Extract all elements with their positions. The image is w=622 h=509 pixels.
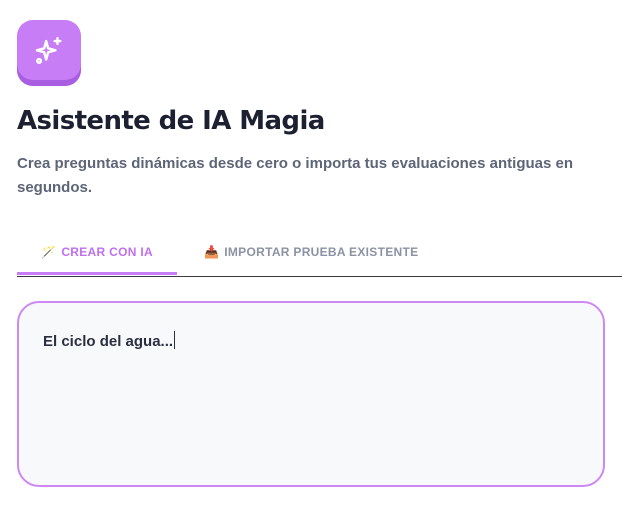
inbox-tray-icon: 📥: [204, 245, 220, 259]
topic-textarea[interactable]: El ciclo del agua...: [17, 301, 605, 487]
tab-create-with-ai[interactable]: 🪄 CREAR CON IA: [17, 230, 177, 274]
topic-input-value-line: El ciclo del agua...: [43, 331, 176, 350]
page-subtitle: Crea preguntas dinámicas desde cero o im…: [17, 155, 574, 196]
active-tab-indicator: [17, 272, 177, 275]
topic-input-value: El ciclo del agua...: [43, 333, 174, 350]
tab-label: CREAR CON IA: [61, 245, 153, 259]
mode-tabs: 🪄 CREAR CON IA 📥 IMPORTAR PRUEBA EXISTEN…: [17, 230, 622, 277]
app-logo: [17, 20, 81, 86]
sparkles-icon: [35, 37, 62, 64]
magic-wand-icon: 🪄: [41, 245, 57, 259]
text-caret: [174, 331, 176, 349]
tab-label: IMPORTAR PRUEBA EXISTENTE: [224, 245, 419, 259]
page-title: Asistente de IA Magia: [17, 106, 325, 136]
tab-import-existing-test[interactable]: 📥 IMPORTAR PRUEBA EXISTENTE: [204, 230, 418, 274]
